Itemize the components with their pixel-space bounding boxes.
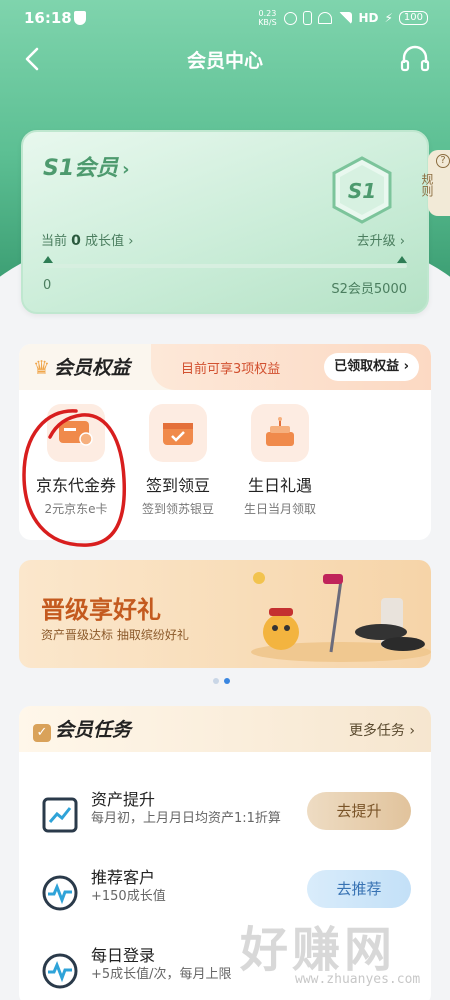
- vibrate-icon: [303, 11, 313, 25]
- checkmark-icon: ✓: [33, 724, 51, 742]
- carousel-dots: [213, 678, 230, 684]
- benefits-title: ♛ 会员权益: [33, 353, 130, 380]
- question-icon: ?: [436, 154, 450, 168]
- carousel-dot-active[interactable]: [224, 678, 230, 684]
- growth-value[interactable]: 当前 0 成长值 ›: [41, 230, 133, 249]
- tasks-title-text: 会员任务: [55, 719, 132, 741]
- chevron-right-icon: ›: [122, 159, 130, 180]
- page-title: 会员中心: [186, 50, 263, 72]
- benefit-item-checkin[interactable]: 签到领豆 签到领苏银豆: [123, 404, 233, 517]
- progress-start-label: 0: [43, 278, 52, 293]
- benefit-label: 签到领豆: [145, 476, 210, 495]
- benefit-label: 京东代金券: [35, 476, 116, 495]
- benefits-panel: ♛ 会员权益 目前可享3项权益 已领取权益 › 京东代金券 2元京东e卡 签到领豆…: [19, 344, 431, 540]
- watermark-url: www.zhuanyes.com: [295, 972, 421, 987]
- cake-icon: [251, 404, 309, 462]
- task-desc: 每月初，上月月日均资产1:1折算: [91, 811, 281, 826]
- chevron-right-icon: ›: [403, 359, 409, 374]
- task-item-asset-upgrade: 资产提升 每月初，上月月日均资产1:1折算 去提升: [19, 778, 431, 850]
- prize-illustration: [251, 572, 431, 662]
- pulse-icon: [42, 953, 78, 989]
- watermark-text: 好赚网: [240, 922, 397, 978]
- chevron-right-icon: ›: [409, 723, 415, 739]
- rules-label: 规则: [420, 173, 434, 197]
- shield-icon: [74, 11, 86, 25]
- tasks-header: ✓ 会员任务 更多任务 ›: [19, 706, 431, 752]
- benefit-item-birthday[interactable]: 生日礼遇 生日当月领取: [225, 404, 335, 517]
- chevron-right-icon: ›: [399, 234, 405, 249]
- level-badge-text: S1: [348, 179, 376, 203]
- promo-subtitle: 资产晋级达标 抽取缤纷好礼: [41, 628, 189, 642]
- progress-end-label: S2会员5000: [331, 282, 407, 297]
- benefit-label: 生日礼遇: [247, 476, 312, 495]
- rules-tab[interactable]: ? 规则: [420, 150, 450, 216]
- crown-icon: ♛: [33, 357, 51, 379]
- growth-suffix: 成长值: [85, 234, 125, 249]
- battery-indicator: 100: [398, 11, 428, 25]
- promo-banner[interactable]: 晋级享好礼 资产晋级达标 抽取缤纷好礼: [19, 560, 431, 668]
- benefit-desc: 签到领苏银豆: [141, 502, 214, 516]
- growth-prefix: 当前: [41, 234, 68, 249]
- task-name: 每日登录: [91, 946, 156, 965]
- promo-title: 晋级享好礼: [41, 596, 161, 624]
- member-level: S1会员: [43, 156, 119, 181]
- checkin-icon: [149, 404, 207, 462]
- task-name: 资产提升: [91, 790, 156, 809]
- nav-bar: 会员中心: [0, 36, 450, 82]
- signal-icon: [338, 12, 353, 24]
- task-name: 推荐客户: [91, 868, 156, 887]
- growth-progress-track: [43, 264, 407, 268]
- status-time: 16:18: [24, 9, 72, 27]
- growth-number: 0: [71, 233, 81, 249]
- card-icon: [47, 404, 105, 462]
- member-card: S1会员 › S1 当前 0 成长值 › 去升级 › 0 S2会员5000: [21, 130, 429, 314]
- member-level-link[interactable]: S1会员 ›: [43, 150, 130, 182]
- benefit-items: 京东代金券 2元京东e卡 签到领豆 签到领苏银豆 生日礼遇 生日当月领取: [19, 404, 431, 524]
- benefit-desc: 2元京东e卡: [44, 502, 108, 516]
- progress-end-marker-icon: [397, 256, 407, 263]
- network-type: HD: [358, 11, 379, 25]
- status-icons: 0.23 KB/S HD ⚡ 100: [256, 9, 428, 27]
- pulse-icon: [42, 875, 78, 911]
- wifi-icon: [318, 12, 333, 24]
- tasks-title: ✓ 会员任务: [33, 715, 131, 742]
- chevron-right-icon: ›: [128, 234, 134, 249]
- benefit-item-jd-voucher[interactable]: 京东代金券 2元京东e卡: [21, 404, 131, 517]
- more-tasks-link[interactable]: 更多任务 ›: [349, 720, 415, 740]
- claimed-benefits-button[interactable]: 已领取权益 ›: [324, 353, 419, 381]
- alarm-icon: [284, 11, 298, 25]
- carousel-dot[interactable]: [213, 678, 219, 684]
- charging-icon: ⚡: [384, 11, 393, 25]
- claimed-benefits-label: 已领取权益: [334, 359, 400, 374]
- watermark: 好赚网 www.zhuanyes.com: [240, 900, 440, 1000]
- status-bar: 16:18 0.23 KB/S HD ⚡ 100: [0, 0, 450, 36]
- upgrade-link[interactable]: 去升级 ›: [357, 230, 405, 249]
- benefits-count: 目前可享3项权益: [181, 362, 281, 377]
- benefits-title-text: 会员权益: [54, 357, 131, 379]
- benefits-header: ♛ 会员权益 目前可享3项权益 已领取权益 ›: [19, 344, 431, 390]
- headset-icon[interactable]: [400, 45, 430, 73]
- benefit-desc: 生日当月领取: [243, 502, 316, 516]
- progress-start-marker-icon: [43, 256, 53, 263]
- trend-icon: [42, 797, 78, 833]
- more-tasks-label: 更多任务: [348, 723, 405, 739]
- level-badge-icon: S1: [332, 156, 392, 224]
- net-speed: 0.23 KB/S: [258, 9, 277, 27]
- task-action-button[interactable]: 去提升: [307, 792, 411, 830]
- upgrade-label: 去升级: [356, 234, 396, 249]
